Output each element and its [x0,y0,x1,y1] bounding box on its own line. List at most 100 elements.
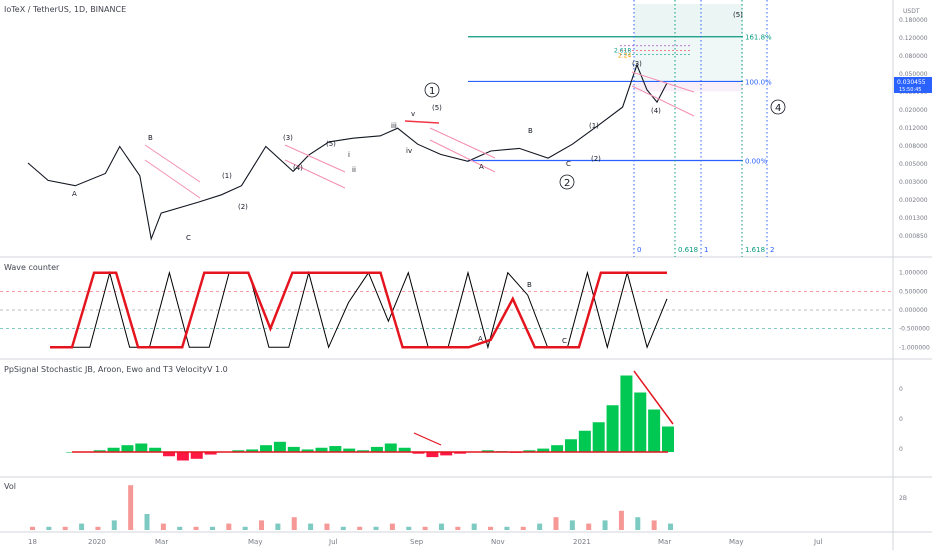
price-tick: 0.120000 [899,35,928,42]
wave-label: (4) [651,107,661,115]
time-tick: 2020 [88,538,106,546]
volume-bar [62,526,68,530]
volume-bar [291,517,297,530]
price-tick: 0.050000 [899,71,928,78]
osc-tick: 0 [899,386,903,393]
price-tick: 0.012000 [899,125,928,132]
wave-tick: 0.000000 [899,307,928,314]
volume-bar [357,526,363,530]
oscillator-bar [564,439,577,452]
channel-line [144,159,201,199]
wave-label: C [566,160,571,168]
wave-label: i [348,151,350,159]
fib-time-label: 1 [704,246,708,254]
fib-ext-zone [634,4,743,37]
volume-bar [504,526,510,530]
volume-bar [586,523,592,530]
time-tick: Jul [328,538,338,546]
wave-counter-title[interactable]: Wave counter [4,263,59,272]
divergence-line [413,432,442,446]
time-tick: Mar [658,538,671,546]
wave-label: C [186,234,191,242]
price-tick: 0.003000 [899,179,928,186]
fib-time-label: 1.618 [745,246,765,254]
wave-label: iii [391,122,397,130]
volume-bar [618,510,624,530]
volume-bar [160,523,166,530]
oscillator-bar [287,446,300,452]
wave-label: (5) [326,140,336,148]
fib-retracement-zone[interactable]: 161.8%100.0%0.00%2.6182.24 [468,4,772,165]
wave-tick: 0.500000 [899,288,928,295]
oscillator-bar [176,452,189,461]
fib-level-label: 100.0% [745,78,772,86]
price-tick: 0.080000 [899,53,928,60]
price-badge-value: 0.030455 [897,79,926,86]
volume-bar [95,526,101,530]
time-axis: 18 2020 Mar May Jul Sep Nov 2021 Mar May Jul [28,538,823,546]
price-tick: 0.180000 [899,17,928,24]
volume-bar [79,523,85,530]
volume-bar [226,523,232,530]
volume-bar [569,520,575,530]
wave-label: (2) [238,203,248,211]
volume-bar [488,526,494,530]
price-badge-countdown: 15:50:45 [899,87,921,93]
volume-bar [144,514,150,530]
resistance-line [404,120,440,124]
volume-bar [275,523,281,530]
wave-label: B [148,134,153,142]
volume-bar [177,526,183,530]
volume-bar [209,526,215,530]
symbol-title[interactable]: IoTeX / TetherUS, 1D, BINANCE [4,5,126,14]
volume-bar [30,526,35,530]
wave-counter-line [50,270,668,350]
volume-bar [308,523,314,530]
chart-canvas[interactable]: 161.8%100.0%0.00%2.6182.24 0 0.618 1 1.618 2… [0,0,932,550]
ppsignal-title[interactable]: PpSignal Stochastic JB, Aroon, Ewo and T… [4,365,228,374]
time-tick: May [248,538,262,546]
wave-label: (1) [589,122,599,130]
oscillator-bar [329,446,342,452]
circled-wave-label: 4 [775,103,781,114]
volume-bar [373,526,379,530]
volume-bar [422,526,428,530]
time-tick: Jul [813,538,823,546]
tradingview-chart: 161.8% 100.0% 0.00% 2.618 2.24 0 0.618 1 1.618 2… [0,0,932,550]
time-tick: 18 [28,538,37,546]
oscillator-bar [606,405,619,452]
volume-bar [438,523,444,530]
volume-bar [259,520,265,530]
oscillator-bar [370,446,383,452]
volume-bar [668,523,673,530]
price-tick: 0.020000 [899,107,928,114]
price-tick: 0.005000 [899,161,928,168]
oscillator-bar [426,452,439,458]
volume-bar [193,526,199,530]
price-tick: 0.001300 [899,215,928,222]
oscillator-bar [634,392,647,452]
circled-wave-label: 1 [429,86,435,97]
wave-tick: -0.500000 [899,326,930,333]
volume-bar [602,520,608,530]
wave-label: (5) [733,11,743,19]
volume-title[interactable]: Vol [4,482,16,491]
price-tick: 0.008000 [899,143,928,150]
fib-level-label: 161.8% [745,34,772,42]
oscillator-bar [551,445,564,452]
fib-time-label: 0 [637,246,641,254]
oscillator-bar [121,445,134,452]
oscillator-bar [260,445,273,452]
oscillator-bar [384,443,397,452]
channel-line [429,139,496,173]
price-axis: USDT 0.180000 0.120000 0.080000 0.0500000.03… [894,8,932,240]
fib-time-label: 2 [770,246,774,254]
volume-bar [128,485,134,530]
wave-label: B [528,127,533,135]
channel-line [144,144,201,183]
ppsignal-pane: 0 0 0 [66,370,903,461]
wave-tick: 1.000000 [899,270,928,277]
volume-bar [111,520,117,530]
oscillator-bar [620,375,633,452]
wave-label: (2) [591,155,601,163]
